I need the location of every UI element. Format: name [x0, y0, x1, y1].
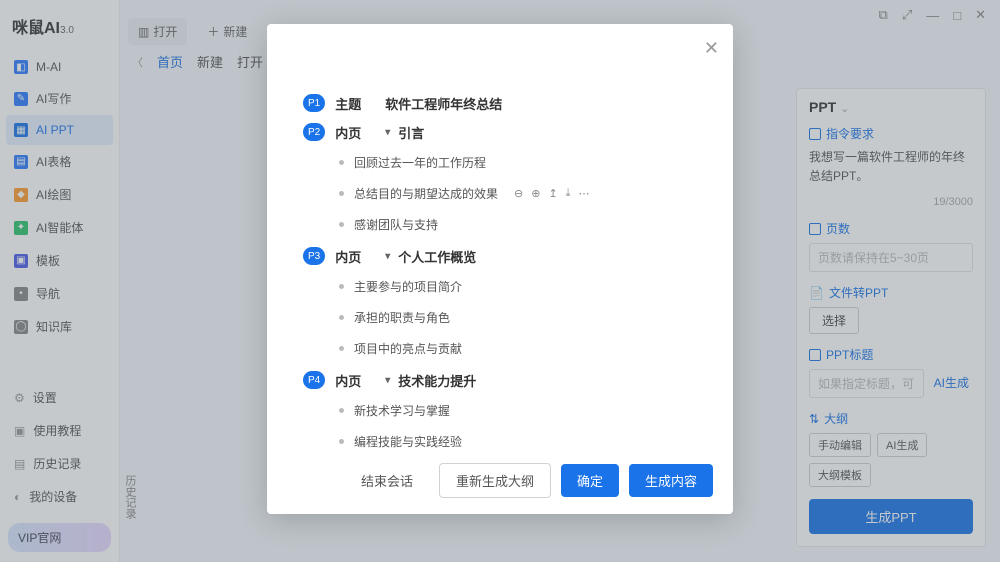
- bullet-row[interactable]: 新技术学习与掌握: [339, 402, 703, 419]
- row-head[interactable]: ▾技术能力提升: [385, 371, 703, 390]
- bullet-row[interactable]: 项目中的亮点与贡献: [339, 340, 703, 357]
- bullet-text: 新技术学习与掌握: [354, 402, 450, 419]
- confirm-button[interactable]: 确定: [561, 464, 619, 497]
- outline-modal: ✕ P1主题软件工程师年终总结P2内页▾引言回顾过去一年的工作历程总结目的与期望…: [267, 24, 733, 514]
- bullet-dot-icon: [339, 439, 344, 444]
- bullet-text: 感谢团队与支持: [354, 216, 438, 233]
- row-kind: 内页: [335, 123, 375, 142]
- bullet-text: 编程技能与实践经验: [354, 433, 462, 450]
- bullet-tool-icon[interactable]: ⊕: [531, 187, 540, 200]
- bullet-tool-icon[interactable]: ⊖: [514, 187, 523, 200]
- outline-row: P3 内页 ▾个人工作概览: [303, 247, 703, 266]
- bullet-dot-icon: [339, 222, 344, 227]
- page-badge: P2: [303, 123, 325, 141]
- page-badge: P3: [303, 247, 325, 265]
- bullet-text: 总结目的与期望达成的效果: [354, 185, 498, 202]
- chevron-down-icon[interactable]: ▾: [385, 127, 390, 138]
- regenerate-outline-button[interactable]: 重新生成大纲: [439, 463, 551, 498]
- bullet-text: 项目中的亮点与贡献: [354, 340, 462, 357]
- bullet-text: 承担的职责与角色: [354, 309, 450, 326]
- bullet-row[interactable]: 感谢团队与支持: [339, 216, 703, 233]
- bullet-dot-icon: [339, 160, 344, 165]
- row-head[interactable]: ▾个人工作概览: [385, 247, 703, 266]
- bullet-dot-icon: [339, 408, 344, 413]
- bullet-row[interactable]: 主要参与的项目简介: [339, 278, 703, 295]
- outline-row: P1 主题软件工程师年终总结: [303, 94, 703, 113]
- generate-content-button[interactable]: 生成内容: [629, 464, 713, 497]
- bullet-tool-icon[interactable]: ⤓: [566, 187, 571, 200]
- bullet-row[interactable]: 回顾过去一年的工作历程: [339, 154, 703, 171]
- outline-row: P4 内页 ▾技术能力提升: [303, 371, 703, 390]
- row-kind: 内页: [335, 371, 375, 390]
- bullet-row[interactable]: 承担的职责与角色: [339, 309, 703, 326]
- page-badge: P1: [303, 94, 325, 112]
- bullet-dot-icon: [339, 191, 344, 196]
- bullet-text: 主要参与的项目简介: [354, 278, 462, 295]
- bullet-tool-icon[interactable]: ↥: [548, 187, 557, 200]
- bullet-row[interactable]: 编程技能与实践经验: [339, 433, 703, 450]
- bullet-row[interactable]: 总结目的与期望达成的效果 ⊖ ⊕ ↥ ⤓ ⋯: [339, 185, 703, 202]
- bullet-dot-icon: [339, 315, 344, 320]
- row-head[interactable]: 软件工程师年终总结: [385, 94, 703, 113]
- close-icon[interactable]: ✕: [704, 38, 719, 59]
- outline-row: P2 内页 ▾引言: [303, 123, 703, 142]
- end-session-button[interactable]: 结束会话: [345, 464, 429, 497]
- bullet-dot-icon: [339, 284, 344, 289]
- modal-overlay: ✕ P1主题软件工程师年终总结P2内页▾引言回顾过去一年的工作历程总结目的与期望…: [0, 0, 1000, 562]
- bullet-tool-icon[interactable]: ⋯: [579, 187, 590, 200]
- bullet-dot-icon: [339, 346, 344, 351]
- page-badge: P4: [303, 371, 325, 389]
- row-kind: 内页: [335, 247, 375, 266]
- bullet-text: 回顾过去一年的工作历程: [354, 154, 486, 171]
- chevron-down-icon[interactable]: ▾: [385, 375, 390, 386]
- row-kind: 主题: [335, 94, 375, 113]
- row-head[interactable]: ▾引言: [385, 123, 703, 142]
- chevron-down-icon[interactable]: ▾: [385, 251, 390, 262]
